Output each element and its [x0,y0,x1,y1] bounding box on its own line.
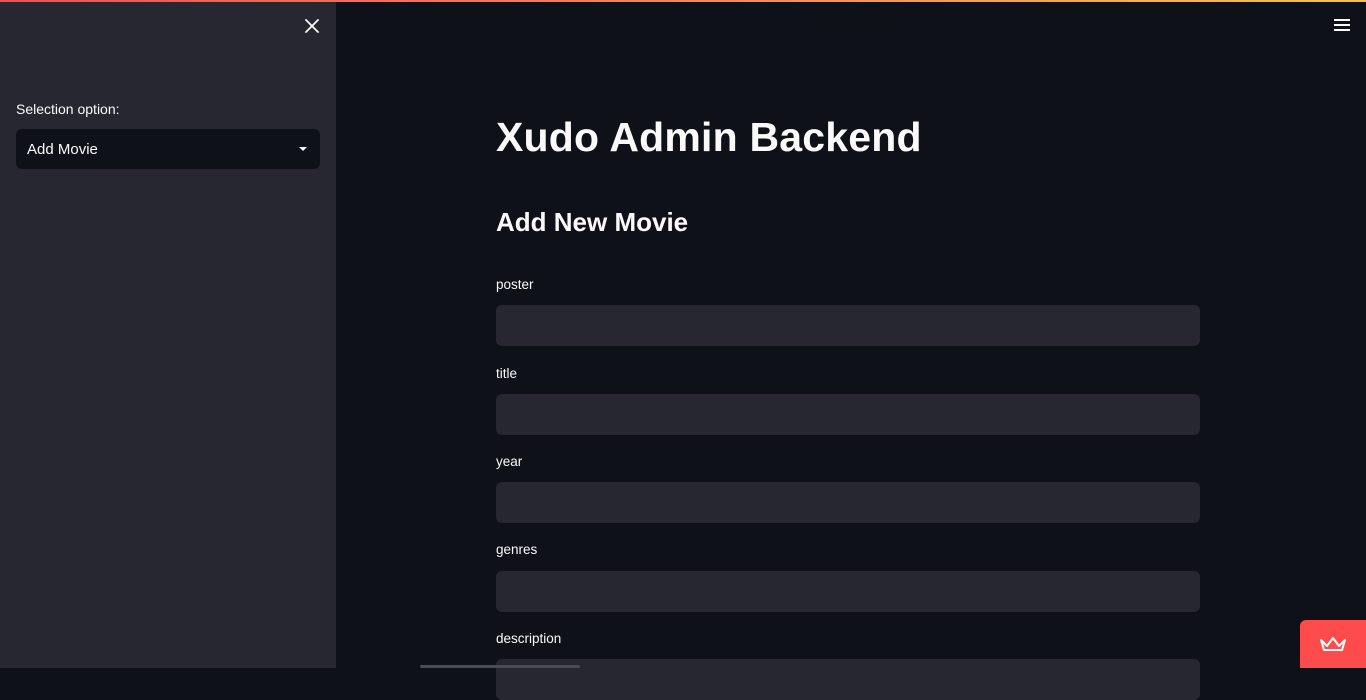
close-sidebar-button[interactable] [300,14,324,38]
poster-input[interactable] [496,305,1200,346]
year-input[interactable] [496,482,1200,523]
genres-input[interactable] [496,571,1200,612]
sidebar: Selection option: Add Movie [0,0,336,668]
crown-icon [1320,637,1346,651]
year-label: year [496,454,523,469]
description-label: description [496,631,562,646]
selection-option-select[interactable]: Add Movie [16,129,320,169]
top-decoration-bar [0,0,1366,2]
title-input[interactable] [496,394,1200,435]
section-title: Add New Movie [496,207,689,237]
main-content: Xudo Admin Backend Add New Movie poster … [336,0,1366,700]
description-input[interactable] [496,659,1200,700]
title-label: title [496,366,518,381]
selected-value: Add Movie [27,140,98,158]
chevron-down-icon [299,147,307,151]
genres-label: genres [496,542,538,557]
close-icon [305,19,319,33]
page-title: Xudo Admin Backend [496,114,922,160]
streamlit-badge-button[interactable] [1300,620,1366,668]
poster-label: poster [496,277,534,292]
selection-option-label: Selection option: [16,101,120,117]
